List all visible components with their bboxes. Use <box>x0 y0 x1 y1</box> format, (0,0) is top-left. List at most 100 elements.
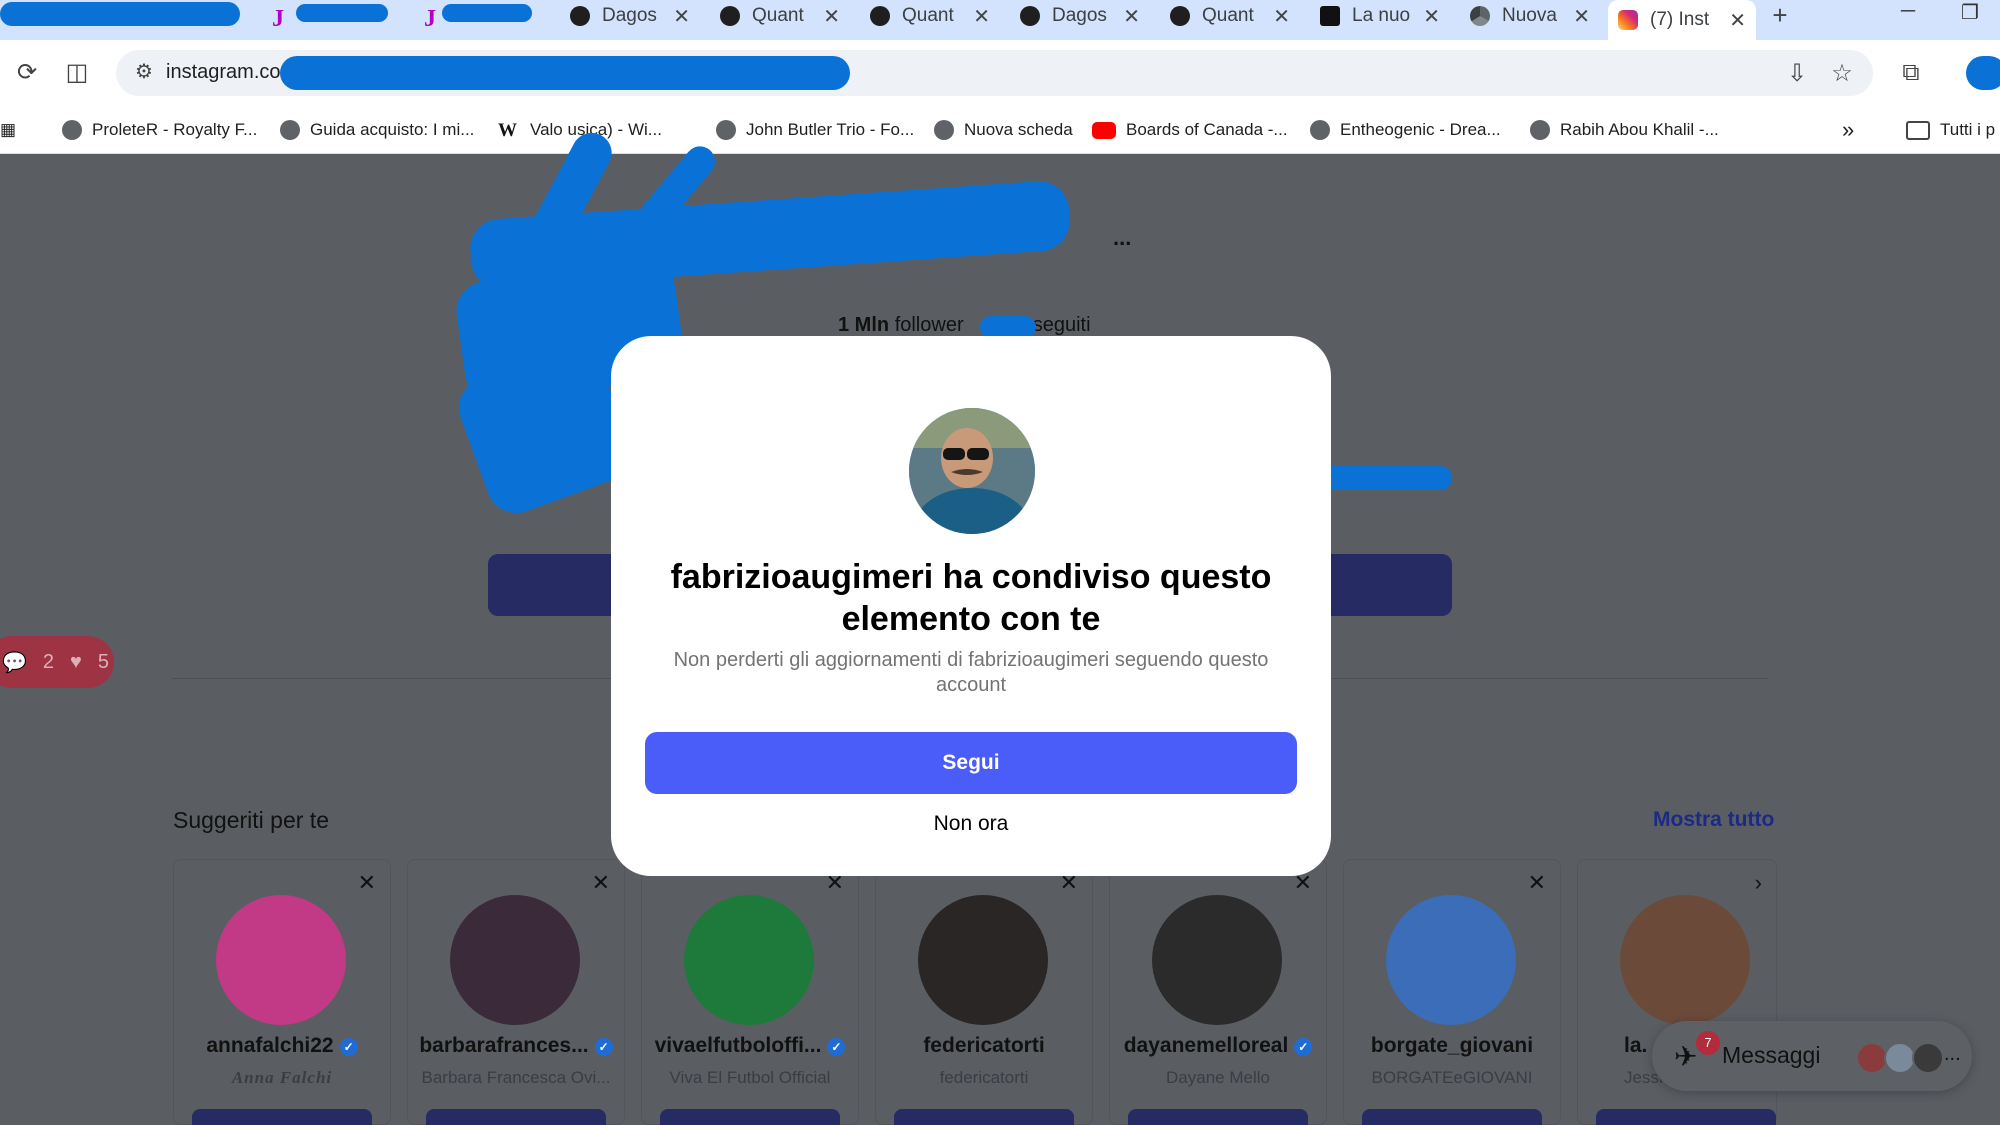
close-icon[interactable]: ✕ <box>1573 4 1590 29</box>
follow-button[interactable] <box>894 1109 1074 1125</box>
bookmarks-overflow-button[interactable]: » <box>1842 114 1854 146</box>
close-icon[interactable]: ✕ <box>358 870 376 896</box>
follow-button[interactable] <box>1596 1109 1776 1125</box>
close-icon[interactable]: ✕ <box>823 4 840 29</box>
joomla-icon: J <box>272 6 284 32</box>
verified-badge-icon: ✓ <box>827 1038 846 1056</box>
close-icon[interactable]: ✕ <box>1423 4 1440 29</box>
sharer-avatar <box>909 408 1035 534</box>
close-icon[interactable]: ✕ <box>673 4 690 29</box>
apps-grid-icon[interactable]: ▦ <box>0 114 16 146</box>
avatar[interactable] <box>1620 895 1750 1025</box>
minimize-button[interactable]: ─ <box>1888 0 1928 23</box>
bookmarks-bar: ▦ ProleteR - Royalty F... Guida acquisto… <box>0 106 2000 154</box>
dagospia-icon <box>870 6 890 26</box>
new-tab-button[interactable]: + <box>1766 0 1794 31</box>
bookmark-item[interactable]: John Butler Trio - Fo... <box>716 114 914 146</box>
avatar[interactable] <box>684 895 814 1025</box>
extensions-icon[interactable]: ⧉ <box>1896 58 1926 88</box>
dagospia-icon <box>1020 6 1040 26</box>
sharer-avatar-photo <box>909 408 1035 534</box>
suggestion-full-name: federicatorti <box>939 1068 1029 1087</box>
suggestion-card[interactable]: ✕ barbarafrances... ✓ Barbara Francesca O… <box>407 859 625 1125</box>
messages-dock[interactable]: ✈ 7 Messaggi ... <box>1652 1021 1972 1091</box>
split-view-icon[interactable]: ◫ <box>62 58 92 88</box>
close-icon[interactable]: ✕ <box>592 870 610 896</box>
bookmark-star-icon[interactable]: ☆ <box>1827 59 1857 88</box>
tab-6[interactable]: Quant ✕ <box>860 0 1000 32</box>
avatar[interactable] <box>216 895 346 1025</box>
follow-button[interactable] <box>192 1109 372 1125</box>
bookmark-item[interactable]: Entheogenic - Drea... <box>1310 114 1501 146</box>
site-info-icon[interactable]: ⚙ <box>130 59 158 87</box>
comments-count: 2 <box>42 650 55 673</box>
bookmark-item[interactable]: Rabih Abou Khalil -... <box>1530 114 1719 146</box>
follow-button[interactable] <box>426 1109 606 1125</box>
suggestion-card[interactable]: ✕ dayanemelloreal ✓ Dayane Mello <box>1109 859 1327 1125</box>
tab-instagram-active[interactable]: (7) Inst ✕ <box>1608 0 1756 40</box>
activity-notification[interactable]: 💬 2 ♥ 5 <box>0 636 114 688</box>
globe-icon <box>716 120 736 140</box>
globe-icon <box>280 120 300 140</box>
chevron-right-icon[interactable]: › <box>1755 870 1762 896</box>
globe-icon <box>62 120 82 140</box>
show-all-link[interactable]: Mostra tutto <box>1653 808 1774 832</box>
suggestion-card[interactable]: ✕ vivaelfutboloffi... ✓ Viva El Futbol Of… <box>641 859 859 1125</box>
close-icon[interactable]: ✕ <box>1729 8 1746 33</box>
avatar[interactable] <box>918 895 1048 1025</box>
tab-8[interactable]: Quant ✕ <box>1160 0 1300 32</box>
all-bookmarks-folder[interactable]: Tutti i p <box>1906 114 1995 146</box>
tab-7[interactable]: Dagos ✕ <box>1010 0 1150 32</box>
dialog-subtitle: Non perderti gli aggiornamenti di fabriz… <box>673 649 1269 696</box>
follow-button[interactable] <box>1362 1109 1542 1125</box>
folder-icon <box>1906 120 1930 140</box>
bookmark-item[interactable]: Boards of Canada -... <box>1092 114 1288 146</box>
suggestion-card[interactable]: ✕ borgate_giovani BORGATEeGIOVANI <box>1343 859 1561 1125</box>
following-label[interactable]: seguiti <box>1033 314 1091 336</box>
close-icon[interactable]: ✕ <box>1273 4 1290 29</box>
follow-button[interactable] <box>660 1109 840 1125</box>
url-text[interactable]: instagram.co <box>166 61 281 84</box>
more-options-icon[interactable]: ... <box>1944 1043 1961 1066</box>
suggestion-username[interactable]: dayanemelloreal <box>1124 1034 1289 1057</box>
wikipedia-icon: W <box>498 120 517 141</box>
avatar[interactable] <box>1386 895 1516 1025</box>
tab-4[interactable]: Dagos ✕ <box>560 0 700 32</box>
followers-label[interactable]: follower <box>895 314 964 336</box>
profile-more-options[interactable]: ... <box>1113 225 1131 251</box>
tab-10[interactable]: Nuova ✕ <box>1460 0 1600 32</box>
youtube-icon <box>1092 121 1116 139</box>
verified-badge-icon: ✓ <box>1294 1038 1313 1056</box>
dagospia-icon <box>720 6 740 26</box>
reload-icon[interactable]: ⟳ <box>12 58 42 88</box>
comment-icon: 💬 <box>2 651 27 674</box>
follow-button[interactable] <box>1128 1109 1308 1125</box>
avatar[interactable] <box>450 895 580 1025</box>
suggestion-username[interactable]: vivaelfutboloffi... <box>655 1034 822 1057</box>
bookmark-item[interactable]: ProleteR - Royalty F... <box>62 114 257 146</box>
bookmark-item[interactable]: Guida acquisto: I mi... <box>280 114 474 146</box>
bookmark-item[interactable]: Nuova scheda <box>934 114 1073 146</box>
close-icon[interactable]: ✕ <box>973 4 990 29</box>
suggestion-card[interactable]: ✕ annafalchi22 ✓ Anna Falchi <box>173 859 391 1125</box>
suggestion-username[interactable]: federicatorti <box>876 1034 1092 1058</box>
suggestion-full-name: Barbara Francesca Ovi... <box>421 1068 611 1087</box>
tab-9[interactable]: La nuo ✕ <box>1310 0 1450 32</box>
suggestion-username[interactable]: annafalchi22 <box>206 1034 333 1057</box>
not-now-button[interactable]: Non ora <box>611 812 1331 836</box>
likes-count: 5 <box>97 650 110 673</box>
restore-button[interactable]: ❐ <box>1950 0 1990 25</box>
verified-badge-icon: ✓ <box>339 1038 358 1056</box>
suggestion-card[interactable]: ✕ federicatorti federicatorti <box>875 859 1093 1125</box>
dagospia-icon <box>1170 6 1190 26</box>
suggestion-username[interactable]: barbarafrances... <box>419 1034 588 1057</box>
install-app-icon[interactable]: ⇩ <box>1782 59 1812 88</box>
tab-5[interactable]: Quant ✕ <box>710 0 850 32</box>
messages-label: Messaggi <box>1722 1042 1821 1068</box>
close-icon[interactable]: ✕ <box>1528 870 1546 896</box>
follow-button[interactable]: Segui <box>645 732 1297 794</box>
instagram-icon <box>1618 10 1638 30</box>
close-icon[interactable]: ✕ <box>1123 4 1140 29</box>
avatar[interactable] <box>1152 895 1282 1025</box>
suggestion-username[interactable]: borgate_giovani <box>1344 1034 1560 1058</box>
